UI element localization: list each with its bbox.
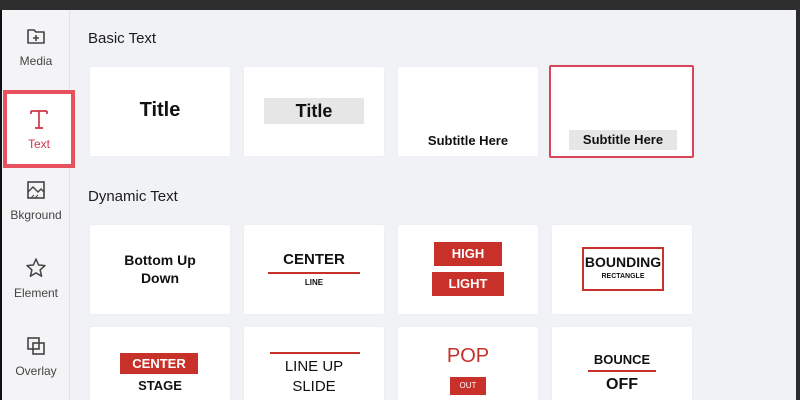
sidebar-item-media[interactable]: Media [2, 10, 70, 82]
preset-text-bottom: LIGHT [432, 272, 504, 296]
preset-text: Title [264, 98, 364, 124]
text-preset-highlight[interactable]: HIGH LIGHT [398, 225, 538, 314]
text-preset-title[interactable]: Title [90, 67, 230, 156]
preset-text: Bottom Up Down [90, 251, 230, 287]
preset-text-main: CENTER [120, 353, 198, 374]
preset-text-main: CENTER [283, 251, 345, 268]
preset-text-main: POP [446, 345, 490, 367]
text-preset-line-up-slide[interactable]: LINE UP SLIDE [244, 327, 384, 400]
text-preset-subtitle-boxed[interactable]: Subtitle Here [549, 65, 694, 158]
preset-text-sub: STAGE [138, 378, 182, 393]
section-title-basic-text: Basic Text [88, 30, 157, 47]
bounding-frame: BOUNDING RECTANGLE [582, 247, 664, 291]
sidebar-item-element[interactable]: Element [2, 242, 70, 314]
text-preset-center-line[interactable]: CENTER LINE [244, 225, 384, 314]
editor-panel: Media Text Bkground Element Overlay Basi… [0, 10, 796, 400]
preset-text-top: HIGH [434, 242, 502, 266]
text-preset-pop-out[interactable]: POP OUT [398, 327, 538, 400]
preset-text: Subtitle Here [427, 133, 509, 148]
accent-line [270, 352, 360, 354]
sidebar-item-background[interactable]: Bkground [2, 164, 70, 236]
preset-text: Title [139, 99, 181, 121]
text-icon [27, 107, 51, 131]
accent-line [268, 272, 360, 274]
preset-text-main: BOUNDING [584, 254, 662, 270]
sidebar-item-label: Bkground [10, 208, 62, 222]
add-media-icon [24, 24, 48, 48]
preset-text-sub: OUT [450, 377, 486, 395]
text-preset-bounce-off[interactable]: BOUNCE OFF [552, 327, 692, 400]
preset-text-line1: LINE UP [284, 358, 344, 375]
preset-text-line1: Bottom Up [124, 252, 196, 268]
text-preset-title-boxed[interactable]: Title [244, 67, 384, 156]
preset-text-line2: SLIDE [292, 378, 336, 395]
preset-text: Subtitle Here [569, 130, 677, 150]
preset-text-sub: LINE [304, 278, 324, 287]
text-preset-subtitle[interactable]: Subtitle Here [398, 67, 538, 156]
preset-text-sub: RECTANGLE [601, 273, 645, 280]
preset-text-sub: OFF [606, 376, 638, 393]
sidebar-item-text[interactable]: Text [3, 90, 75, 168]
preset-text-main: BOUNCE [593, 352, 651, 367]
preset-text-line2: Down [140, 270, 180, 286]
accent-line [588, 370, 656, 372]
sidebar-item-label: Element [13, 286, 59, 300]
text-preset-bottom-up-down[interactable]: Bottom Up Down [90, 225, 230, 314]
section-title-dynamic-text: Dynamic Text [88, 188, 178, 205]
sidebar-item-overlay[interactable]: Overlay [2, 320, 70, 392]
background-icon [24, 178, 48, 202]
window-top-bar [0, 0, 800, 10]
text-preset-center-stage[interactable]: CENTER STAGE [90, 327, 230, 400]
sidebar-item-label: Overlay [15, 364, 57, 378]
overlay-icon [24, 334, 48, 358]
sidebar-item-label: Media [19, 54, 53, 68]
preset-text: LINE UP SLIDE [244, 357, 384, 397]
tool-sidebar: Media Text Bkground Element Overlay [2, 10, 75, 400]
sidebar-item-label: Text [27, 137, 50, 151]
star-icon [24, 256, 48, 280]
text-preset-bounding-rectangle[interactable]: BOUNDING RECTANGLE [552, 225, 692, 314]
